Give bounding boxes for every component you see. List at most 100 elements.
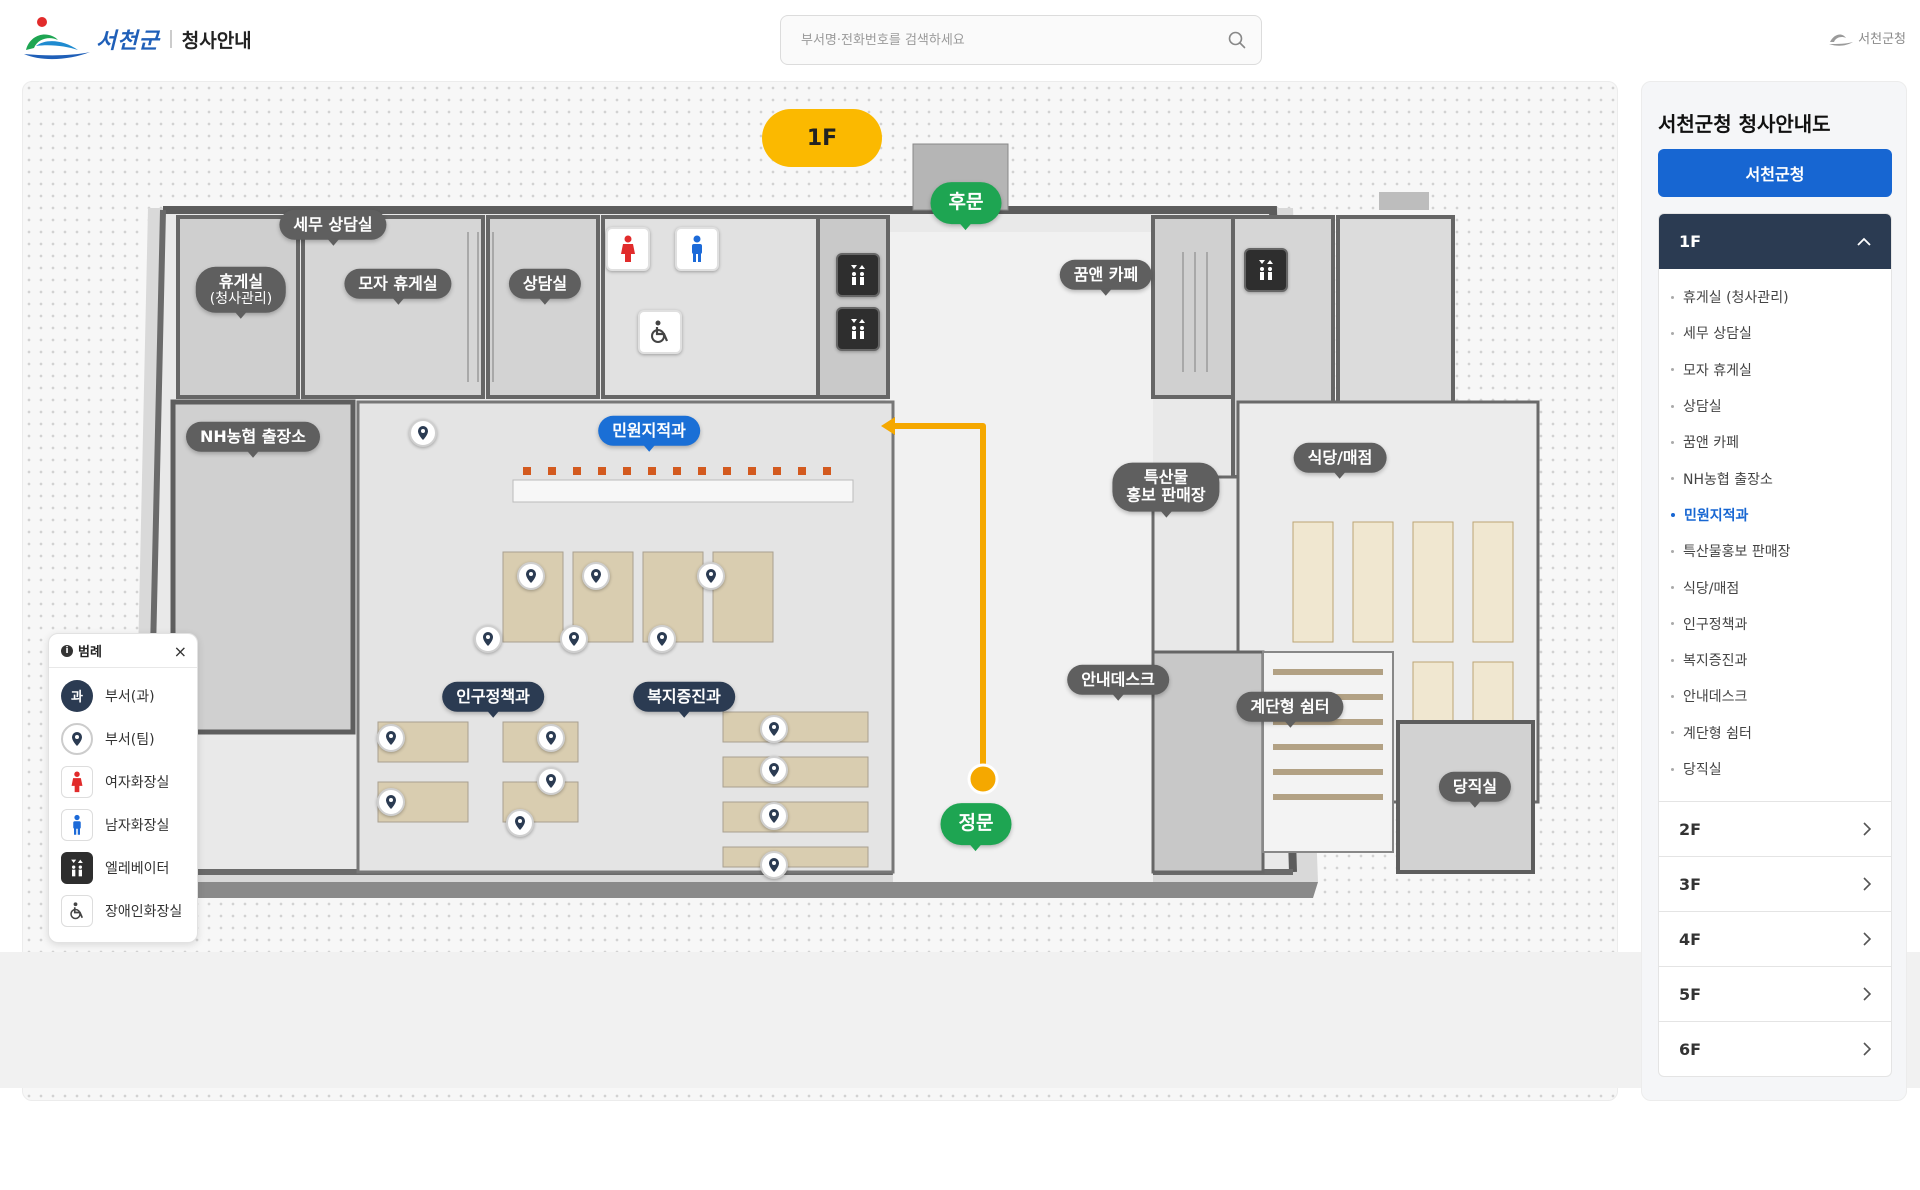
legend-close-button[interactable]: × <box>174 642 187 661</box>
tag-consult[interactable]: 상담실 <box>508 268 582 306</box>
current-floor-badge: 1F <box>762 109 882 167</box>
room-item[interactable]: 계단형 쉼터 <box>1659 715 1891 751</box>
team-location-pin[interactable] <box>377 788 405 816</box>
tag-back-gate[interactable]: 후문 <box>930 182 1002 230</box>
team-location-pin[interactable] <box>537 724 565 752</box>
home-link[interactable]: 서천군청 <box>1828 28 1906 47</box>
home-link-label: 서천군청 <box>1858 32 1906 47</box>
tag-nh-bank[interactable]: NH농협 출장소 <box>186 421 320 459</box>
room-item[interactable]: 세무 상담실 <box>1659 315 1891 351</box>
bullet-icon <box>1671 331 1674 335</box>
accessible-restroom-icon[interactable] <box>638 310 682 354</box>
floor-2f-header[interactable]: 2F <box>1659 801 1891 856</box>
bullet-icon <box>1671 694 1674 698</box>
floor-1f-room-list: 휴게실 (청사관리) 세무 상담실 모자 휴게실 상담실 꿈앤 카페 NH농협 … <box>1659 269 1891 801</box>
men-restroom-icon[interactable] <box>675 227 719 271</box>
room-item[interactable]: 안내데스크 <box>1659 678 1891 714</box>
team-location-pin[interactable] <box>560 625 588 653</box>
team-location-pin[interactable] <box>517 562 545 590</box>
tag-mother-rest[interactable]: 모자 휴게실 <box>344 268 452 306</box>
tag-restaurant[interactable]: 식당/매점 <box>1293 442 1387 480</box>
room-item[interactable]: 당직실 <box>1659 751 1891 787</box>
tag-specialty-store[interactable]: 특산물 홍보 판매장 <box>1112 462 1220 518</box>
women-restroom-icon[interactable] <box>606 227 650 271</box>
tag-civil-service[interactable]: 민원지적과 <box>598 415 700 453</box>
chevron-right-icon <box>1863 822 1871 836</box>
building-select-button[interactable]: 서천군청 <box>1658 149 1892 197</box>
room-item[interactable]: 모자 휴게실 <box>1659 352 1891 388</box>
logo-text: 서천군 <box>96 29 160 54</box>
legend-item-department: 과 부서(과) <box>61 674 185 717</box>
room-label: 모자 휴게실 <box>1683 362 1752 379</box>
team-location-pin[interactable] <box>409 419 437 447</box>
tag-specialty-line1: 특산물 <box>1143 467 1189 487</box>
search-icon[interactable] <box>1227 30 1247 50</box>
tag-cafe[interactable]: 꿈앤 카페 <box>1059 259 1153 297</box>
chevron-right-icon <box>1863 877 1871 891</box>
search-input[interactable] <box>781 16 1201 64</box>
bullet-icon <box>1671 295 1674 299</box>
tag-stair-shelter[interactable]: 계단형 쉼터 <box>1236 691 1344 729</box>
team-location-pin[interactable] <box>760 851 788 879</box>
legend-item-accessible-restroom: 장애인화장실 <box>61 889 185 932</box>
tag-welfare[interactable]: 복지증진과 <box>633 681 735 719</box>
floor-accordion: 1F 휴게실 (청사관리) 세무 상담실 모자 휴게실 상담실 꿈앤 카페 NH… <box>1658 213 1892 1078</box>
legend-label: 부서(팀) <box>105 731 155 748</box>
room-label: 당직실 <box>1683 762 1722 778</box>
room-label: NH농협 출장소 <box>1683 471 1773 488</box>
team-location-pin[interactable] <box>474 625 502 653</box>
floor-5f-header[interactable]: 5F <box>1659 966 1891 1021</box>
search-box <box>780 15 1262 65</box>
tag-rest-room[interactable]: 휴게실 (청사관리) <box>195 266 287 320</box>
bullet-icon <box>1671 512 1675 517</box>
floor-label: 3F <box>1679 874 1702 894</box>
team-location-pin[interactable] <box>760 756 788 784</box>
department-icon: 과 <box>61 679 93 712</box>
team-location-pin[interactable] <box>648 625 676 653</box>
floor-label: 2F <box>1679 819 1702 839</box>
team-location-pin[interactable] <box>506 809 534 837</box>
team-location-pin[interactable] <box>537 767 565 795</box>
team-location-pin[interactable] <box>697 562 725 590</box>
room-item[interactable]: 특산물홍보 판매장 <box>1659 533 1891 569</box>
bullet-icon <box>1671 368 1674 372</box>
team-location-pin[interactable] <box>760 802 788 830</box>
tag-night-duty[interactable]: 당직실 <box>1438 771 1512 809</box>
room-item[interactable]: 꿈앤 카페 <box>1659 424 1891 460</box>
room-item[interactable]: 상담실 <box>1659 388 1891 424</box>
women-restroom-icon <box>61 765 93 798</box>
info-icon: i <box>61 644 73 657</box>
tag-info-desk[interactable]: 안내데스크 <box>1067 664 1169 702</box>
room-item[interactable]: 식당/매점 <box>1659 569 1891 605</box>
elevator-icon[interactable] <box>1244 248 1288 292</box>
logo-subtitle: 청사안내 <box>181 29 252 52</box>
floor-6f-header[interactable]: 6F <box>1659 1021 1891 1076</box>
room-label: 휴게실 (청사관리) <box>1683 290 1789 307</box>
elevator-icon[interactable] <box>836 307 880 351</box>
room-label: 상담실 <box>1683 399 1722 416</box>
tag-main-gate[interactable]: 정문 <box>940 803 1012 851</box>
elevator-icon[interactable] <box>836 253 880 297</box>
legend-item-elevator: 엘레베이터 <box>61 846 185 889</box>
chevron-right-icon <box>1863 1042 1871 1056</box>
floor-3f-header[interactable]: 3F <box>1659 856 1891 911</box>
legend-title: 범례 <box>78 645 102 660</box>
team-location-pin[interactable] <box>582 562 610 590</box>
team-location-pin[interactable] <box>760 715 788 743</box>
floor-1f-header[interactable]: 1F <box>1659 214 1891 269</box>
tag-tax-consult[interactable]: 세무 상담실 <box>279 209 387 247</box>
legend-list: 과 부서(과) 부서(팀) 여자화장실 남자화장실 엘레베이터 장애인화장실 <box>49 668 197 938</box>
team-location-pin[interactable] <box>377 724 405 752</box>
floor-label: 6F <box>1679 1039 1702 1059</box>
room-label: 민원지적과 <box>1684 507 1749 524</box>
room-item[interactable]: 복지증진과 <box>1659 642 1891 678</box>
floor-map[interactable]: 1F 휴게실 (청사관리) 세무 상담실 모자 휴게실 상담실 꿈앤 카페 NH… <box>22 81 1618 1101</box>
room-item[interactable]: NH농협 출장소 <box>1659 460 1891 496</box>
room-item[interactable]: 인구정책과 <box>1659 606 1891 642</box>
room-item-active[interactable]: 민원지적과 <box>1659 497 1891 533</box>
floor-4f-header[interactable]: 4F <box>1659 911 1891 966</box>
tag-population-policy[interactable]: 인구정책과 <box>442 681 544 719</box>
site-logo[interactable]: 서천군 청사안내 <box>22 16 252 62</box>
room-item[interactable]: 휴게실 (청사관리) <box>1659 279 1891 315</box>
bullet-icon <box>1671 731 1674 735</box>
